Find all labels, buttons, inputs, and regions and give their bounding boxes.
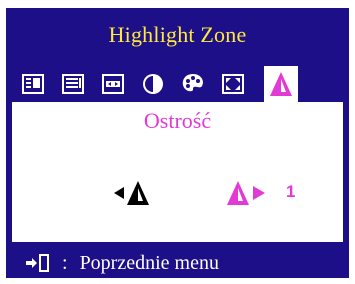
title-bar: Highlight Zone bbox=[6, 8, 349, 62]
sharpness-icon[interactable] bbox=[264, 66, 298, 102]
setting-title: Ostrość bbox=[143, 108, 212, 133]
setting-panel: Ostrość 1 bbox=[12, 102, 343, 242]
sharpness-value: 1 bbox=[286, 182, 296, 201]
osd-frame: Highlight Zone Ostrość 1: Poprzednie me… bbox=[6, 8, 349, 278]
picture-icon[interactable] bbox=[20, 71, 46, 97]
increase-sharpness-button[interactable] bbox=[225, 178, 269, 208]
contrast-icon[interactable] bbox=[140, 71, 166, 97]
color-palette-icon[interactable] bbox=[180, 71, 206, 97]
decrease-sharpness-button[interactable] bbox=[112, 178, 152, 208]
position-icon[interactable] bbox=[100, 71, 126, 97]
footer-separator: : bbox=[62, 251, 68, 274]
exit-icon[interactable] bbox=[24, 252, 52, 274]
menu-tab-bar bbox=[6, 66, 349, 102]
previous-menu-label[interactable]: Poprzednie menu bbox=[80, 252, 219, 275]
document-icon[interactable] bbox=[60, 71, 86, 97]
osd-window: Highlight Zone Ostrość 1: Poprzednie me… bbox=[0, 0, 355, 284]
window-title: Highlight Zone bbox=[108, 22, 247, 47]
size-icon[interactable] bbox=[220, 71, 246, 97]
footer-bar: : Poprzednie menu bbox=[6, 248, 349, 278]
